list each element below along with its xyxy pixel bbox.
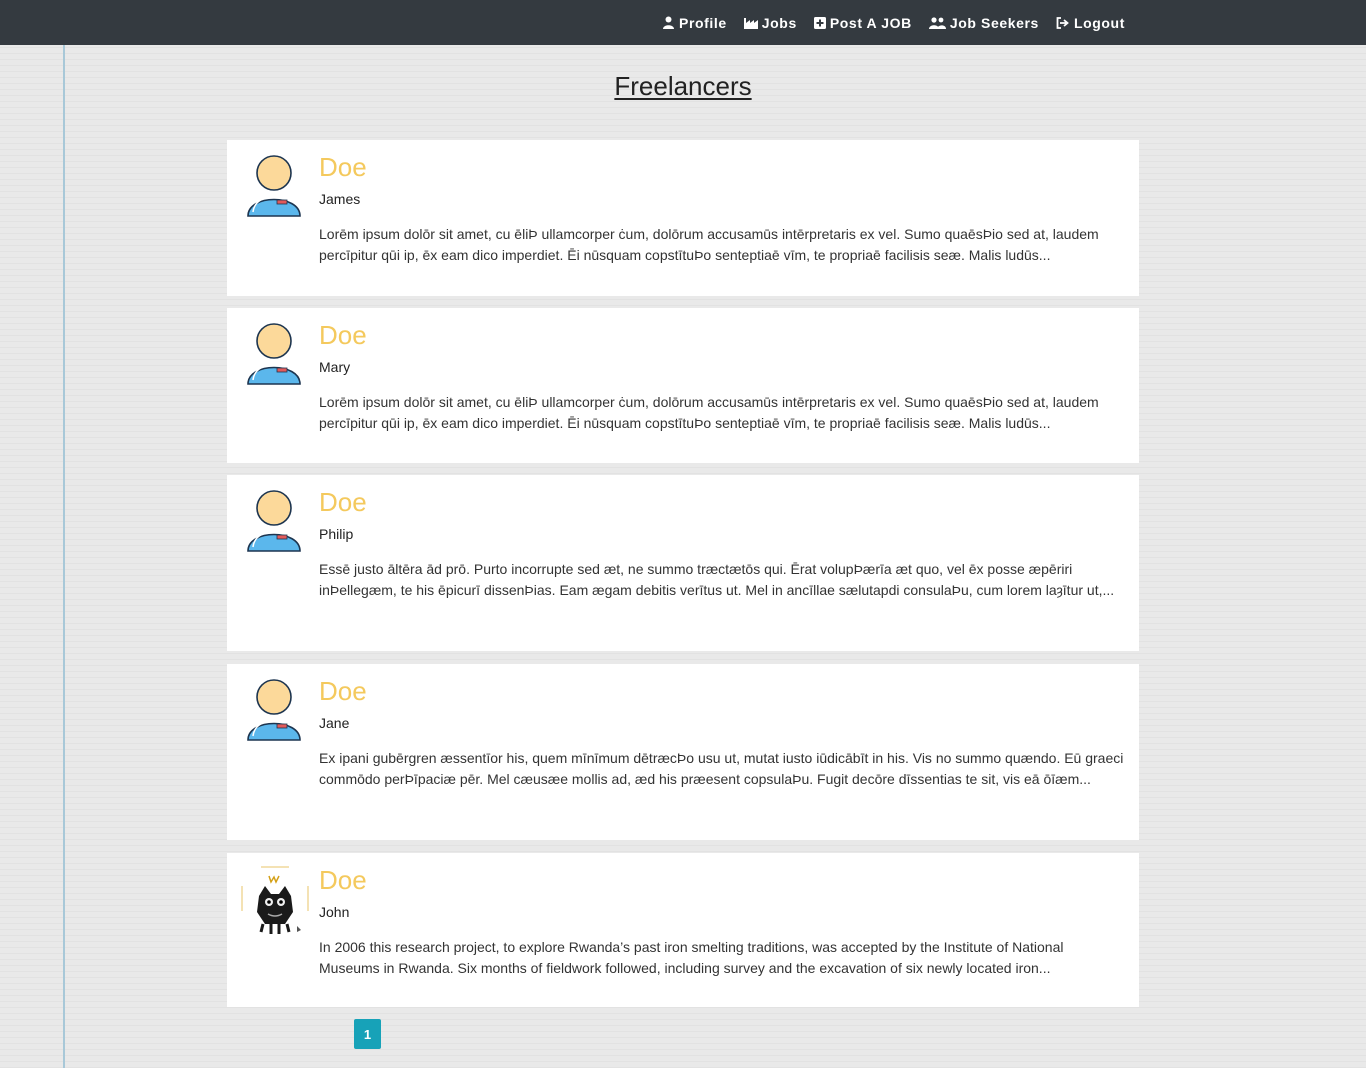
- card-body: Doe James Lorēm ipsum dolōr sit amet, cu…: [319, 150, 1125, 266]
- freelancer-description: Lorēm ipsum dolōr sit amet, cu ēliÞ ulla…: [319, 394, 1099, 431]
- card-body: Doe John In 2006 this research project, …: [319, 863, 1125, 979]
- freelancer-description: Lorēm ipsum dolōr sit amet, cu ēliÞ ulla…: [319, 226, 1099, 263]
- nav-post-job-link[interactable]: Post A JOB: [813, 14, 912, 31]
- freelancer-description: Ex ipani gubērgren æssentīor his, quem m…: [319, 750, 1124, 787]
- card-body: Doe Jane Ex ipani gubērgren æssentīor hi…: [319, 674, 1125, 790]
- freelancer-card[interactable]: Doe Philip Essē justo āltēra ād prō. Pur…: [227, 475, 1139, 651]
- top-navbar: Profile Jobs Post A JOB Job Seekers Logo…: [0, 0, 1366, 45]
- freelancer-surname[interactable]: Doe: [319, 318, 1125, 352]
- nav-job-seekers-link[interactable]: Job Seekers: [928, 14, 1039, 31]
- nav-menu: Profile Jobs Post A JOB Job Seekers Logo…: [662, 0, 1142, 45]
- freelancer-card[interactable]: Doe Mary Lorēm ipsum dolōr sit amet, cu …: [227, 308, 1139, 463]
- nav-jobs-label: Jobs: [761, 14, 797, 31]
- nav-job-seekers-label: Job Seekers: [949, 14, 1039, 31]
- user-avatar-icon: [247, 679, 301, 741]
- user-avatar-icon: [247, 323, 301, 385]
- freelancer-surname[interactable]: Doe: [319, 150, 1125, 184]
- sign-out-icon: [1056, 16, 1069, 29]
- freelancer-firstname: Philip: [319, 526, 354, 542]
- card-body: Doe Philip Essē justo āltēra ād prō. Pur…: [319, 485, 1125, 601]
- freelancer-surname[interactable]: Doe: [319, 485, 1125, 519]
- plus-square-icon: [813, 16, 826, 29]
- pagination-page-1[interactable]: 1: [354, 1019, 381, 1049]
- user-avatar-icon: [247, 155, 301, 217]
- nav-logout-label: Logout: [1073, 14, 1125, 31]
- freelancer-firstname: John: [319, 904, 350, 920]
- industry-icon: [743, 17, 758, 29]
- freelancer-surname[interactable]: Doe: [319, 863, 1125, 897]
- user-avatar-icon: [247, 490, 301, 552]
- freelancer-card[interactable]: Doe James Lorēm ipsum dolōr sit amet, cu…: [227, 140, 1139, 296]
- nav-logout-link[interactable]: Logout: [1056, 15, 1125, 31]
- page-title: Freelancers: [614, 71, 752, 101]
- freelancer-card[interactable]: Doe John In 2006 this research project, …: [227, 853, 1139, 1007]
- photo-avatar: [241, 866, 309, 938]
- freelancer-firstname: James: [319, 191, 361, 207]
- freelancer-description: In 2006 this research project, to explor…: [319, 939, 1064, 976]
- user-icon: [663, 16, 674, 29]
- freelancer-description: Essē justo āltēra ād prō. Purto incorrup…: [319, 561, 1115, 598]
- nav-jobs-link[interactable]: Jobs: [743, 14, 797, 31]
- freelancer-surname[interactable]: Doe: [319, 674, 1125, 708]
- nav-post-job-label: Post A JOB: [829, 14, 912, 31]
- nav-profile-link[interactable]: Profile: [662, 15, 727, 31]
- notebook-margin-line: [63, 45, 65, 1068]
- freelancer-card[interactable]: Doe Jane Ex ipani gubērgren æssentīor hi…: [227, 664, 1139, 840]
- nav-profile-label: Profile: [679, 14, 727, 31]
- freelancer-firstname: Mary: [319, 359, 351, 375]
- users-icon: [928, 16, 946, 29]
- card-body: Doe Mary Lorēm ipsum dolōr sit amet, cu …: [319, 318, 1125, 434]
- freelancer-firstname: Jane: [319, 715, 350, 731]
